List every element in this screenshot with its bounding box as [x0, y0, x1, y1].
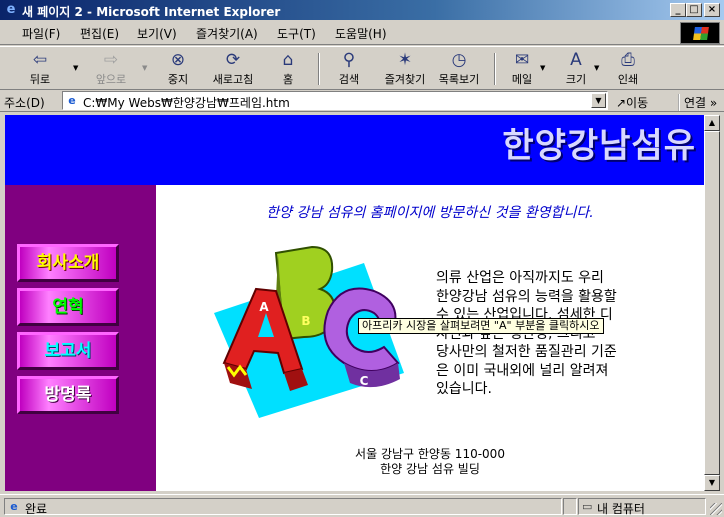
- links-button[interactable]: 연결 »: [678, 94, 717, 111]
- nav-history-button[interactable]: 연혁: [17, 288, 119, 326]
- menu-favorites[interactable]: 즐겨찾기(A): [196, 25, 258, 42]
- clipart-letter-b: B: [301, 314, 310, 328]
- forward-arrow-icon: ⇨: [103, 50, 119, 70]
- search-button[interactable]: ⚲ 검색: [327, 49, 371, 89]
- security-zone-panel: ▭ 내 컴퓨터: [578, 498, 706, 516]
- history-icon: ◷: [451, 50, 467, 70]
- status-text: 완료: [25, 502, 48, 516]
- menu-view[interactable]: 보기(V): [137, 25, 177, 42]
- mail-icon: ✉: [514, 50, 530, 70]
- page-done-icon: e: [10, 500, 18, 513]
- vertical-scrollbar[interactable]: ▲ ▼: [704, 115, 720, 491]
- font-size-button[interactable]: A 크기: [556, 49, 596, 89]
- address-input[interactable]: e C:₩My Webs₩한양강남₩프레임.htm ▼: [62, 91, 608, 110]
- menu-file[interactable]: 파일(F): [22, 25, 60, 42]
- resize-grip[interactable]: [710, 503, 722, 515]
- scroll-thumb[interactable]: [704, 131, 720, 475]
- forward-button[interactable]: ⇨ 앞으로: [86, 49, 136, 89]
- font-size-dropdown-arrow[interactable]: ▼: [594, 64, 599, 72]
- menu-help[interactable]: 도움말(H): [335, 25, 387, 42]
- mail-dropdown-arrow[interactable]: ▼: [540, 64, 545, 72]
- menu-tools[interactable]: 도구(T): [277, 25, 316, 42]
- windows-logo-icon: [680, 22, 720, 44]
- clipart-letter-a: A: [259, 300, 269, 314]
- window-title-bar[interactable]: e 새 페이지 2 - Microsoft Internet Explorer …: [0, 0, 724, 20]
- back-arrow-icon: ⇦: [32, 50, 48, 70]
- home-button[interactable]: ⌂ 홈: [267, 49, 309, 89]
- welcome-message: 한양 강남 섬유의 홈페이지에 방문하신 것을 환영합니다.: [266, 205, 594, 221]
- search-icon: ⚲: [342, 50, 356, 70]
- toolbar-separator: [318, 53, 320, 85]
- mail-button[interactable]: ✉ 메일: [502, 49, 542, 89]
- nav-report-button[interactable]: 보고서: [17, 332, 119, 370]
- refresh-button[interactable]: ⟳ 새로고침: [205, 49, 261, 89]
- intro-line: 은 이미 국내외에 널리 알려져: [436, 362, 609, 379]
- favorites-button[interactable]: ✶ 즐겨찾기: [377, 49, 433, 89]
- intro-line: 한양강남 섬유의 능력을 활용할: [436, 288, 617, 305]
- address-line-2: 한양 강남 섬유 빌딩: [380, 462, 480, 476]
- sidebar-frame: 회사소개 연혁 보고서 방명록: [5, 185, 156, 491]
- status-bar: e 완료 ▭ 내 컴퓨터: [0, 494, 724, 517]
- stop-button[interactable]: ⊗ 중지: [157, 49, 199, 89]
- nav-company-intro-button[interactable]: 회사소개: [17, 244, 119, 282]
- favorites-icon: ✶: [397, 50, 413, 70]
- close-button[interactable]: ×: [704, 3, 720, 17]
- maximize-button[interactable]: □: [686, 3, 702, 17]
- main-frame: 한양 강남 섬유의 홈페이지에 방문하신 것을 환영합니다. B C A 의류 …: [156, 185, 704, 491]
- intro-line: 의류 산업은 아직까지도 우리: [436, 270, 604, 286]
- address-bar: 주소(D) e C:₩My Webs₩한양강남₩프레임.htm ▼ ↗이동 연결…: [0, 90, 724, 112]
- print-button[interactable]: ⎙ 인쇄: [606, 49, 650, 89]
- site-title: 한양강남섬유: [502, 126, 696, 166]
- clipart-letter-c: C: [360, 374, 369, 388]
- address-dropdown-button[interactable]: ▼: [591, 93, 606, 108]
- internet-explorer-icon: e: [6, 2, 16, 17]
- address-line-1: 서울 강남구 한양동 110-000: [355, 447, 505, 461]
- toolbar: ⇦ 뒤로 ▼ ⇨ 앞으로 ▼ ⊗ 중지 ⟳ 새로고침 ⌂ 홈 ⚲ 검색 ✶ 즐겨…: [0, 46, 724, 90]
- minimize-button[interactable]: _: [670, 3, 686, 17]
- scroll-down-button[interactable]: ▼: [704, 475, 720, 491]
- home-icon: ⌂: [282, 50, 294, 70]
- back-dropdown-arrow[interactable]: ▼: [73, 64, 78, 72]
- stop-icon: ⊗: [170, 50, 186, 70]
- status-panel: [563, 498, 577, 515]
- menu-edit[interactable]: 편집(E): [80, 25, 119, 42]
- intro-line: 있습니다.: [436, 381, 492, 397]
- computer-icon: ▭: [582, 500, 593, 513]
- print-icon: ⎙: [621, 50, 635, 70]
- banner-frame: 한양강남섬유: [5, 115, 704, 185]
- font-size-icon: A: [570, 50, 582, 70]
- history-button[interactable]: ◷ 목록보기: [433, 49, 485, 89]
- security-zone-text: 내 컴퓨터: [597, 502, 645, 516]
- page-content: 한양강남섬유 회사소개 연혁 보고서 방명록 한양 강남 섬유의 홈페이지에 방…: [5, 115, 704, 491]
- address-value: C:₩My Webs₩한양강남₩프레임.htm: [83, 96, 290, 110]
- intro-line: 당사만의 철저한 품질관리 기준: [436, 344, 617, 360]
- toolbar-separator: [494, 53, 496, 85]
- company-address: 서울 강남구 한양동 110-000 한양 강남 섬유 빌딩: [156, 447, 704, 477]
- nav-guestbook-button[interactable]: 방명록: [17, 376, 119, 414]
- menu-bar: 파일(F) 편집(E) 보기(V) 즐겨찾기(A) 도구(T) 도움말(H): [0, 20, 724, 45]
- status-text-panel: e 완료: [4, 498, 562, 516]
- scroll-up-button[interactable]: ▲: [704, 115, 720, 131]
- address-label: 주소(D): [4, 96, 45, 110]
- image-map-tooltip: 아프리카 시장을 살펴보려면 "A" 부분을 클릭하시오: [358, 318, 604, 334]
- back-button[interactable]: ⇦ 뒤로: [18, 49, 62, 89]
- forward-dropdown-arrow[interactable]: ▼: [142, 64, 147, 72]
- page-icon: e: [68, 94, 76, 107]
- refresh-icon: ⟳: [225, 50, 241, 70]
- window-title: 새 페이지 2 - Microsoft Internet Explorer: [22, 5, 281, 19]
- go-button[interactable]: ↗이동: [616, 94, 648, 111]
